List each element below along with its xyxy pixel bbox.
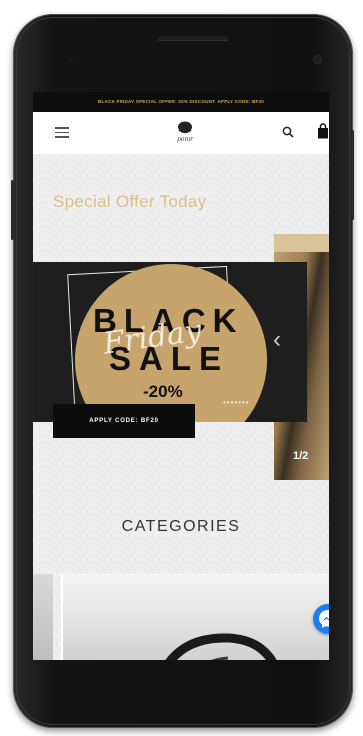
logo-mark-icon — [178, 121, 192, 134]
earpiece — [158, 36, 228, 40]
power-button — [351, 130, 354, 220]
chevron-left-icon[interactable]: ‹ — [273, 328, 281, 352]
hamburger-icon[interactable] — [55, 127, 69, 138]
search-icon[interactable] — [282, 125, 294, 138]
page-content: Special Offer Today 1/2 BLACK SALE Frida… — [33, 154, 329, 660]
special-offer-title: Special Offer Today — [53, 192, 207, 211]
site-header: pomr — [33, 112, 329, 154]
promo-bar[interactable]: BLACK FRIDAY SPECIAL OFFER: 20% DISCOUNT… — [33, 92, 329, 112]
discount-percent: -20% — [143, 382, 183, 401]
shopping-bag-icon[interactable] — [317, 123, 329, 139]
apply-code-button[interactable]: APPLY CODE: BF20 — [53, 404, 195, 438]
front-sensor — [68, 57, 73, 62]
logo-text: pomr — [176, 136, 193, 143]
banner-slide[interactable]: BLACK SALE Friday -20% ••••••• ‹ › — [33, 262, 307, 422]
category-tile-partial[interactable] — [33, 574, 53, 660]
category-tile[interactable] — [61, 574, 329, 660]
decorative-dots: ••••••• — [223, 398, 250, 407]
headphones-image — [165, 633, 277, 660]
slide-counter: 1/2 — [293, 450, 309, 462]
messenger-icon[interactable] — [313, 604, 329, 634]
phone-screen: BLACK FRIDAY SPECIAL OFFER: 20% DISCOUNT… — [33, 92, 329, 660]
phone-bottom-bezel — [33, 660, 329, 710]
volume-button — [11, 180, 14, 240]
front-camera — [314, 56, 321, 63]
categories-heading: CATEGORIES — [121, 518, 241, 535]
site-logo[interactable]: pomr — [169, 118, 201, 148]
